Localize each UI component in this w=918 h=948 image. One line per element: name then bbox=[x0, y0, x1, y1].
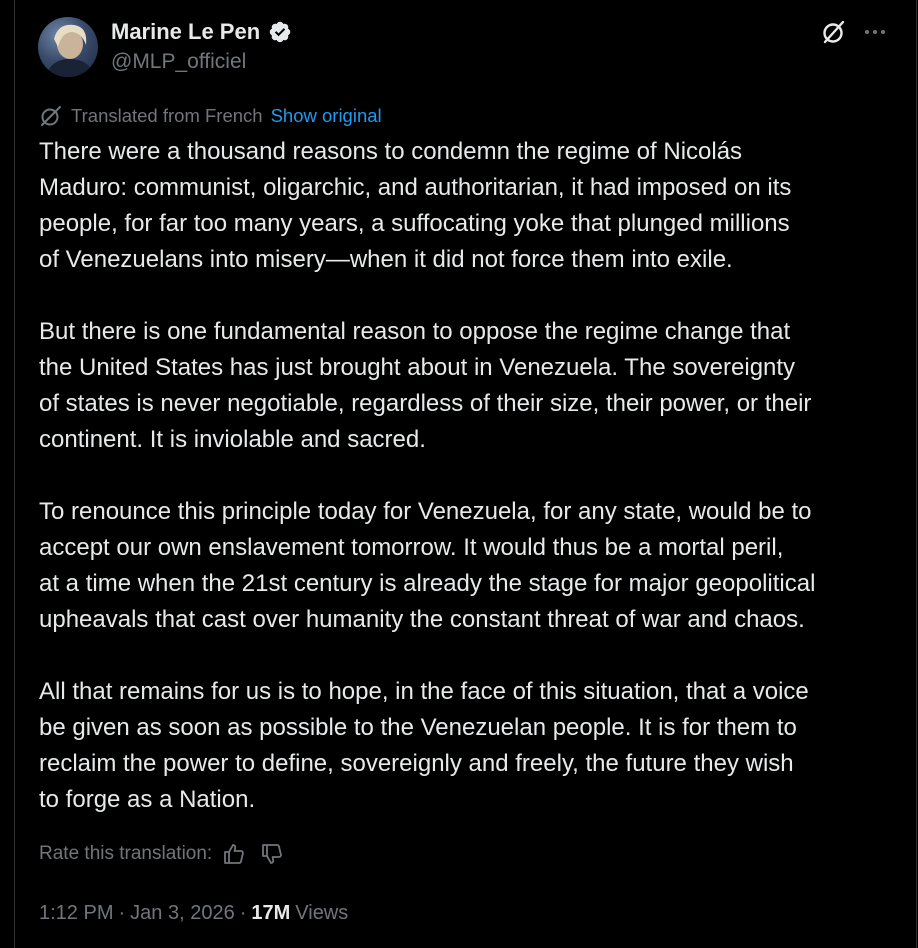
tweet-date[interactable]: Jan 3, 2026 bbox=[130, 902, 235, 925]
tweet-line: of states is never negotiable, regardles… bbox=[39, 390, 812, 417]
tweet-line: There were a thousand reasons to condemn… bbox=[39, 138, 743, 165]
tweet-line: upheavals that cast over humanity the co… bbox=[39, 606, 805, 633]
grok-icon[interactable] bbox=[820, 18, 848, 46]
tweet-line: Maduro: communist, oligarchic, and autho… bbox=[39, 174, 792, 201]
views-count[interactable]: 17M bbox=[251, 902, 290, 925]
translated-from-label: Translated from French bbox=[71, 105, 263, 126]
author-handle[interactable]: @MLP_officiel bbox=[111, 48, 246, 76]
tweet-line: accept our own enslavement tomorrow. It … bbox=[39, 534, 784, 561]
tweet-paragraph: There were a thousand reasons to condemn… bbox=[39, 134, 899, 278]
thumbs-up-icon[interactable] bbox=[222, 842, 246, 866]
translate-icon bbox=[41, 106, 61, 126]
tweet-paragraph: To renounce this principle today for Ven… bbox=[39, 494, 899, 638]
rate-translation-row: Rate this translation: bbox=[39, 840, 298, 868]
more-icon[interactable] bbox=[862, 18, 888, 46]
tweet-line: To renounce this principle today for Ven… bbox=[39, 498, 812, 525]
views-label: Views bbox=[295, 901, 349, 924]
author-name[interactable]: Marine Le Pen bbox=[111, 18, 260, 46]
avatar[interactable] bbox=[38, 17, 98, 77]
show-original-link[interactable]: Show original bbox=[271, 105, 382, 127]
tweet-line: the United States has just brought about… bbox=[39, 354, 796, 381]
meta-separator: · bbox=[118, 901, 126, 924]
tweet-line: reclaim the power to define, sovereignly… bbox=[39, 750, 794, 777]
tweet-time[interactable]: 1:12 PM bbox=[39, 902, 113, 925]
tweet-line: people, for far too many years, a suffoc… bbox=[39, 210, 790, 237]
tweet-line: be given as soon as possible to the Vene… bbox=[39, 714, 797, 741]
tweet-text: There were a thousand reasons to condemn… bbox=[39, 134, 899, 818]
meta-separator: · bbox=[239, 901, 247, 924]
tweet-line: But there is one fundamental reason to o… bbox=[39, 318, 791, 345]
tweet-paragraph: All that remains for us is to hope, in t… bbox=[39, 674, 899, 818]
tweet-line: to forge as a Nation. bbox=[39, 786, 256, 813]
translation-bar: Translated from French Show original bbox=[39, 103, 382, 129]
tweet-meta: 1:12 PM · Jan 3, 2026 · 17M Views bbox=[39, 898, 348, 928]
tweet-line: All that remains for us is to hope, in t… bbox=[39, 678, 809, 705]
tweet-paragraph: But there is one fundamental reason to o… bbox=[39, 314, 899, 458]
verified-badge-icon bbox=[269, 21, 291, 43]
tweet-line: at a time when the 21st century is alrea… bbox=[39, 570, 816, 597]
thumbs-down-icon[interactable] bbox=[260, 842, 284, 866]
tweet-line: continent. It is inviolable and sacred. bbox=[39, 426, 426, 453]
tweet-line: of Venezuelans into misery—when it did n… bbox=[39, 246, 733, 273]
rate-translation-label: Rate this translation: bbox=[39, 843, 213, 864]
